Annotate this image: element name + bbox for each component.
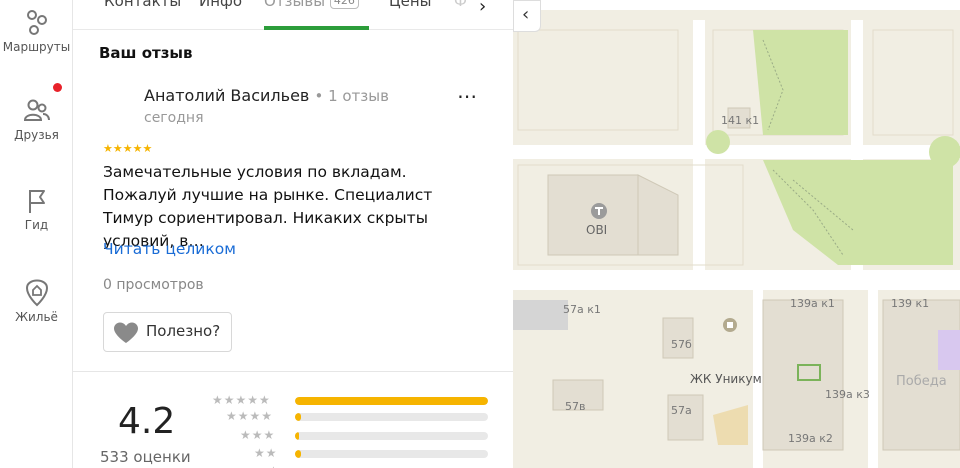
distribution-bar-fill	[295, 413, 301, 421]
distribution-bar-fill	[295, 432, 299, 440]
map-label: 139а к3	[825, 388, 870, 401]
distribution-stars: ★	[268, 464, 280, 468]
map-label: 57б	[671, 338, 692, 351]
map-label: 139 к1	[891, 297, 929, 310]
views-count: 0 просмотров	[103, 277, 204, 293]
tab-label: Инфо	[199, 0, 243, 10]
left-rail: Маршруты Друзья Гид Жильё	[0, 0, 73, 468]
ratings-count: 533 оценки	[100, 448, 191, 466]
section-title: Ваш отзыв	[99, 44, 193, 62]
tab-contacts[interactable]: Контакты	[104, 0, 181, 10]
rail-label-routes: Маршруты	[2, 40, 71, 54]
map-label: Победа	[896, 374, 947, 389]
mall-building	[938, 330, 960, 370]
review-stars: ★★★★★	[103, 142, 153, 155]
rail-item-housing[interactable]: Жильё	[0, 274, 73, 324]
rail-label-friends: Друзья	[14, 128, 59, 142]
rail-item-routes[interactable]: Маршруты	[0, 8, 73, 54]
flag-icon	[28, 190, 45, 213]
route-icon	[26, 10, 47, 35]
tab-label: Контакты	[104, 0, 182, 10]
useful-button[interactable]: Полезно?	[103, 312, 232, 352]
housing-icon	[25, 279, 48, 307]
map-label: 57а	[671, 404, 692, 417]
friends-icon	[23, 99, 50, 121]
map-label: 57а к1	[563, 303, 601, 316]
tabs-scroll-right-icon[interactable]: ›	[479, 0, 486, 17]
review-date: сегодня	[144, 110, 204, 126]
sand-area	[713, 405, 748, 445]
rail-item-guide[interactable]: Гид	[0, 186, 73, 232]
distribution-stars: ★★★	[240, 428, 276, 442]
parking-lot	[513, 300, 568, 330]
tab-prices[interactable]: Цены	[389, 0, 432, 10]
map-label: 57в	[565, 400, 585, 413]
tab-label: Ф	[454, 0, 467, 10]
distribution-bar	[295, 397, 488, 405]
read-more-link[interactable]: Читать целиком	[103, 240, 236, 258]
obi-poi-icon[interactable]	[591, 203, 607, 219]
distribution-bar	[295, 432, 488, 440]
map-label: 139а к2	[788, 432, 833, 445]
rail-label-guide: Гид	[24, 218, 49, 232]
tab-label: Цены	[389, 0, 432, 10]
distribution-bar	[295, 413, 488, 421]
useful-label: Полезно?	[146, 322, 221, 340]
map-canvas[interactable]: 141 к1 OBI 57а к1 57б 57в 57а ЖК Уникум …	[513, 0, 960, 468]
distribution-bar-fill	[295, 397, 488, 405]
author-review-count: 1 отзыв	[328, 87, 389, 105]
notification-dot	[53, 83, 62, 92]
building-poi-icon[interactable]	[723, 318, 737, 332]
review-author[interactable]: Анатолий Васильев • 1 отзыв	[144, 86, 389, 105]
app: Маршруты Друзья Гид Жильё Контакты Инфо …	[0, 0, 960, 468]
collapse-panel-button[interactable]: ‹	[513, 0, 541, 32]
distribution-stars: ★★★★★	[212, 393, 271, 407]
map-label: OBI	[586, 223, 607, 237]
rail-item-friends[interactable]: Друзья	[0, 96, 73, 142]
tab-bar: Контакты Инфо Отзывы 426 Цены Ф ›	[73, 0, 513, 30]
author-name: Анатолий Васильев	[144, 86, 310, 105]
tab-info[interactable]: Инфо	[199, 0, 242, 10]
tab-reviews[interactable]: Отзывы 426	[264, 0, 359, 10]
map-view[interactable]: 141 к1 OBI 57а к1 57б 57в 57а ЖК Уникум …	[513, 0, 960, 468]
author-meta-separator: •	[314, 87, 329, 105]
tab-photo[interactable]: Ф	[454, 0, 467, 10]
more-options-icon[interactable]: ⋯	[457, 86, 478, 106]
distribution-bar-fill	[295, 450, 301, 458]
reviews-count-badge: 426	[329, 0, 359, 9]
section-divider	[73, 371, 513, 372]
map-label: 141 к1	[721, 114, 759, 127]
heart-icon	[114, 322, 138, 343]
chevron-left-icon: ‹	[522, 4, 530, 25]
map-label: ЖК Уникум	[690, 372, 762, 386]
active-tab-indicator	[264, 26, 369, 30]
map-label: 139а к1	[790, 297, 835, 310]
rail-label-housing: Жильё	[15, 310, 58, 324]
distribution-stars: ★★★★	[226, 409, 274, 423]
average-rating: 4.2	[118, 401, 176, 442]
distribution-stars: ★★	[254, 446, 278, 460]
distribution-bar	[295, 450, 488, 458]
tab-label: Отзывы	[264, 0, 326, 10]
org-panel: Контакты Инфо Отзывы 426 Цены Ф › Ваш от…	[73, 0, 513, 468]
